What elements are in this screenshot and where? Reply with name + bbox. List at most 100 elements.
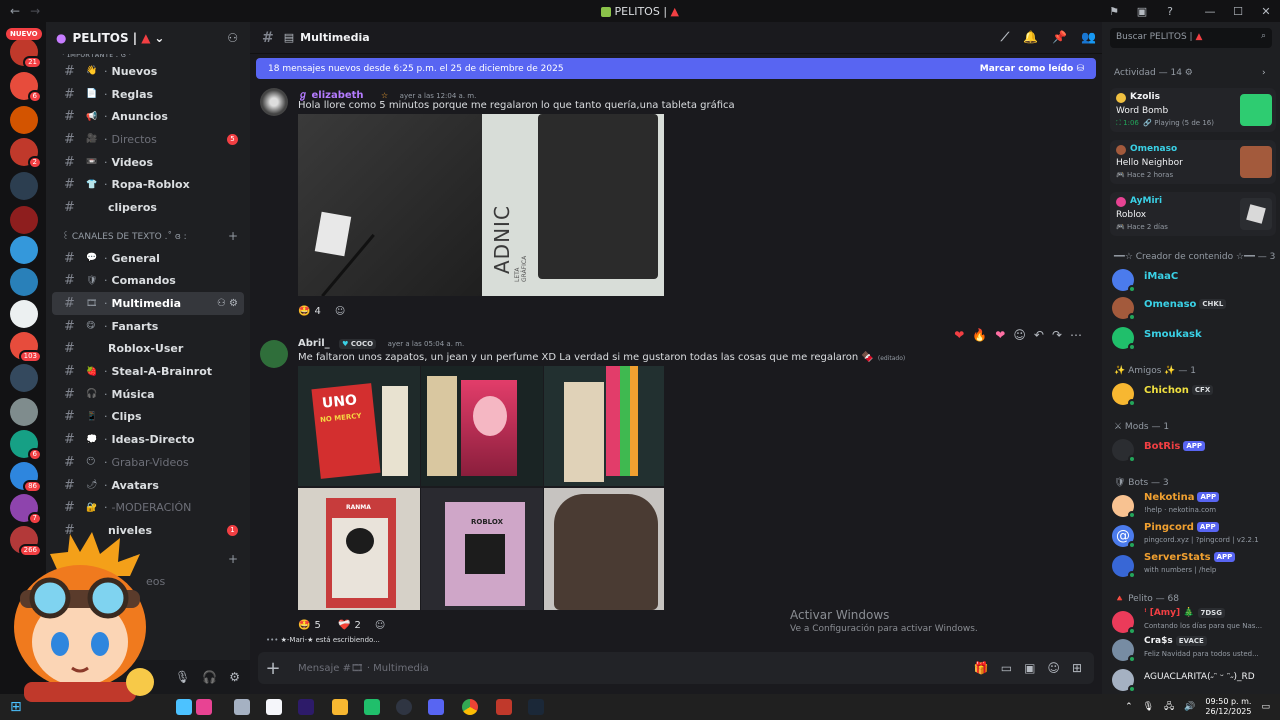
- attachment-image[interactable]: UNO NO MERCY: [298, 366, 420, 486]
- network-icon[interactable]: 🖧: [1164, 699, 1174, 715]
- fire-reaction-icon[interactable]: 🔥: [972, 328, 987, 342]
- back-arrow-icon[interactable]: ←: [10, 4, 20, 18]
- server-icon[interactable]: [10, 398, 38, 426]
- reaction[interactable]: ❤️‍🩹 2 ☺: [338, 616, 385, 634]
- emoji-icon[interactable]: ☺: [1047, 661, 1060, 675]
- member-item[interactable]: ꜝ [Amy] 🎄 7DSG Contando los días para que…: [1112, 607, 1278, 635]
- add-reaction-icon[interactable]: ☺: [1013, 328, 1026, 342]
- headphones-icon[interactable]: 🎧: [202, 670, 217, 684]
- server-icon[interactable]: 21: [10, 38, 42, 69]
- chevron-up-icon[interactable]: ⌃: [1125, 702, 1133, 712]
- channel-item[interactable]: # Roblox-User: [52, 338, 244, 361]
- server-icon[interactable]: 103: [10, 332, 42, 363]
- member-item[interactable]: AGUACLARITA(˶ᵔ ᵕ ᵔ˶)_RD: [1112, 666, 1278, 693]
- notification-icon[interactable]: ▭: [1261, 702, 1270, 712]
- taskbar-app-icon[interactable]: [496, 699, 512, 715]
- premiere-icon[interactable]: [298, 699, 314, 715]
- member-item[interactable]: Smoukask: [1112, 324, 1278, 351]
- server-icon[interactable]: [10, 268, 38, 296]
- server-icon[interactable]: 7: [10, 494, 42, 525]
- message-author[interactable]: ℊ elizabeth ☆ ayer a las 12:04 a. m.: [298, 86, 476, 101]
- microphone-icon[interactable]: 🎙: [175, 670, 190, 684]
- message-author[interactable]: Abril_ ♥ COCO ayer a las 05:04 a. m.: [298, 338, 464, 349]
- screen-share-icon[interactable]: ▣: [1128, 5, 1156, 18]
- avatar[interactable]: [260, 340, 288, 368]
- activity-card[interactable]: Kzolis Word Bomb ⛶ 1:06 🔗 Playing (5 de …: [1110, 88, 1276, 132]
- pink-heart-reaction-icon[interactable]: ❤: [995, 328, 1005, 342]
- invite-icon[interactable]: ⚇: [227, 31, 238, 45]
- steam-icon[interactable]: [528, 699, 544, 715]
- activity-card[interactable]: Omenaso Hello Neighbor 🎮 Hace 2 horas: [1110, 140, 1276, 184]
- message-input[interactable]: Mensaje #🎞 · Multimedia: [298, 663, 429, 674]
- members-icon[interactable]: 👥: [1081, 30, 1096, 45]
- channel-settings-icon[interactable]: ⚇ ⚙: [217, 298, 238, 309]
- channel-item[interactable]: # 📱 · Clips: [52, 406, 244, 429]
- maximize-button[interactable]: ☐: [1224, 5, 1252, 18]
- server-icon[interactable]: 6: [10, 72, 42, 103]
- channel-item[interactable]: # 💭 · Ideas-Directo: [52, 428, 244, 451]
- minimize-button[interactable]: —: [1196, 5, 1224, 18]
- settings-gear-icon[interactable]: ⚙: [229, 670, 240, 684]
- apps-icon[interactable]: ⊞: [1072, 661, 1082, 675]
- channel-item[interactable]: # 🌶 · Avatars: [52, 474, 244, 497]
- member-item[interactable]: Cra$s EVACE Feliz Navidad para todos uste…: [1112, 635, 1278, 663]
- sticker-icon[interactable]: ▣: [1024, 661, 1035, 675]
- channel-item[interactable]: # 🍓 · Steal-A-Brainrot: [52, 360, 244, 383]
- threads-icon[interactable]: ⟋: [1001, 30, 1009, 45]
- taskbar-app-icon[interactable]: [234, 699, 250, 715]
- forward-icon[interactable]: ↷: [1052, 328, 1062, 342]
- channel-item[interactable]: # 📢 · Anuncios: [52, 105, 244, 128]
- taskbar-app-icon[interactable]: [176, 699, 192, 715]
- more-icon[interactable]: ⋯: [1070, 328, 1082, 342]
- server-icon[interactable]: 86: [10, 462, 42, 493]
- folder-icon[interactable]: [332, 699, 348, 715]
- message-composer[interactable]: + Mensaje #🎞 · Multimedia 🎁 ▭ ▣ ☺ ⊞: [258, 652, 1094, 684]
- avatar[interactable]: [260, 88, 288, 116]
- taskbar-app-icon[interactable]: [196, 699, 212, 715]
- channel-item[interactable]: # 😋 · Fanarts: [52, 315, 244, 338]
- channel-item[interactable]: # 💬 · General: [52, 247, 244, 270]
- server-icon[interactable]: 2: [10, 138, 42, 169]
- server-icon[interactable]: [10, 206, 38, 234]
- member-item[interactable]: ServerStats APP with numbers | /help: [1112, 552, 1278, 579]
- channel-item[interactable]: # 🎥 · Directos 5: [52, 128, 244, 151]
- channel-item[interactable]: # cliperos: [52, 196, 244, 219]
- attachment-image[interactable]: [544, 366, 664, 486]
- help-icon[interactable]: ?: [1156, 5, 1184, 18]
- activity-card[interactable]: AyMiri Roblox 🎮 Hace 2 días: [1110, 192, 1276, 236]
- add-channel-icon[interactable]: +: [228, 552, 238, 566]
- obs-icon[interactable]: [396, 699, 412, 715]
- reaction[interactable]: 🤩 4 ☺: [298, 302, 345, 320]
- close-button[interactable]: ✕: [1252, 5, 1280, 18]
- attachment-image[interactable]: ROBLOX: [421, 488, 543, 610]
- pin-icon[interactable]: 📌: [1052, 30, 1067, 45]
- attachment-image[interactable]: ADNIC LETA GRÁFICA: [298, 114, 664, 296]
- new-messages-bar[interactable]: 18 mensajes nuevos desde 6:25 p.m. el 25…: [256, 58, 1096, 79]
- channel-item[interactable]: # 👕 · Ropa-Roblox: [52, 173, 244, 196]
- category-header[interactable]: ꒰ CANALES DE TEXTO .˚ ɞ : +: [46, 225, 250, 247]
- inbox-flag-icon[interactable]: ⚑: [1100, 5, 1128, 18]
- channel-item[interactable]: # 🛡 · Comandos: [52, 270, 244, 293]
- reply-icon[interactable]: ↶: [1034, 328, 1044, 342]
- server-icon[interactable]: 6: [10, 430, 42, 461]
- add-channel-icon[interactable]: +: [228, 229, 238, 243]
- bell-icon[interactable]: 🔔: [1023, 30, 1038, 45]
- attachment-image[interactable]: [544, 488, 664, 610]
- channel-item[interactable]: # 🔐 · -MODERACIÓN: [52, 496, 244, 519]
- channel-item[interactable]: # 👋 · Nuevos: [52, 60, 244, 83]
- server-icon[interactable]: [10, 172, 38, 200]
- server-icon[interactable]: [10, 106, 38, 134]
- channel-item[interactable]: # 📄 · Reglas: [52, 83, 244, 106]
- server-icon[interactable]: [10, 300, 38, 328]
- chevron-right-icon[interactable]: ›: [1262, 68, 1266, 78]
- reaction[interactable]: 🤩 5: [298, 616, 321, 634]
- server-icon[interactable]: [10, 236, 38, 264]
- member-item[interactable]: Omenaso CHKL: [1112, 294, 1278, 321]
- mic-icon[interactable]: 🎙: [1143, 702, 1154, 712]
- volume-icon[interactable]: 🔊: [1184, 702, 1195, 712]
- chrome-icon[interactable]: [462, 699, 478, 715]
- gif-icon[interactable]: ▭: [1001, 661, 1012, 675]
- add-reaction-icon[interactable]: ☺: [375, 620, 385, 631]
- channel-item[interactable]: # 🎧 · Música: [52, 383, 244, 406]
- attachment-image[interactable]: [421, 366, 543, 486]
